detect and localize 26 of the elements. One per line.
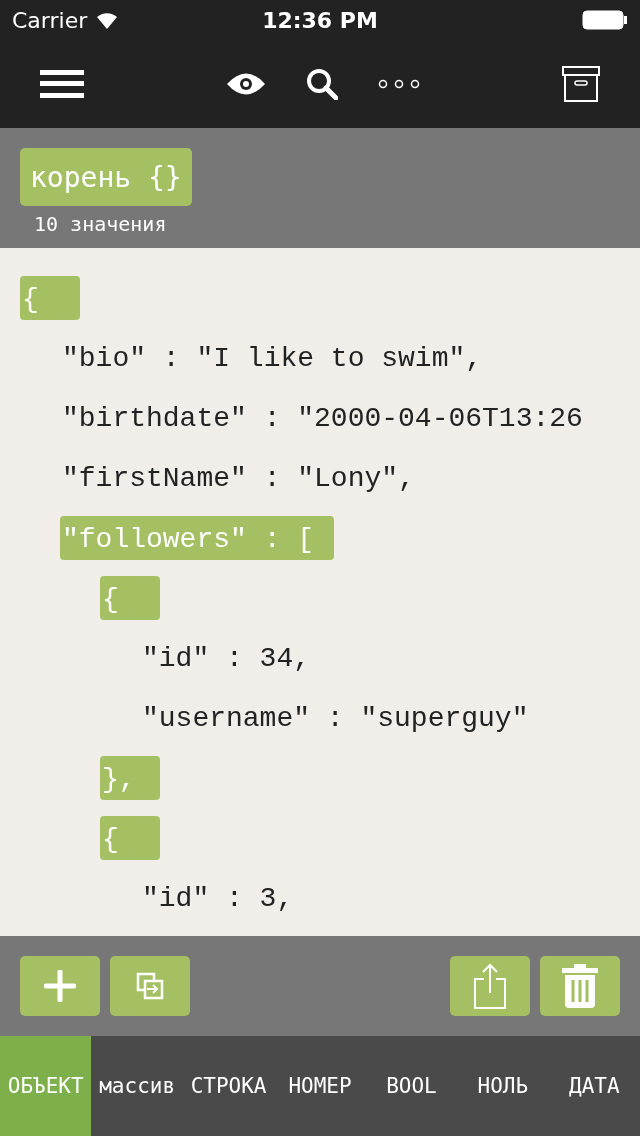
type-tab[interactable]: BOOL — [365, 1036, 458, 1136]
wifi-icon — [95, 11, 120, 29]
copy-icon — [136, 972, 164, 1000]
menu-icon[interactable] — [40, 68, 84, 100]
code-line[interactable]: "username" : "superguy" — [140, 702, 529, 734]
trash-icon — [562, 964, 598, 1008]
search-icon[interactable] — [306, 68, 338, 100]
eye-icon[interactable] — [226, 71, 266, 97]
code-line[interactable]: "birthdate" : "2000-04-06T13:26 — [60, 402, 583, 434]
code-line[interactable]: "firstName" : "Lony", — [60, 462, 415, 494]
battery-icon — [582, 10, 628, 30]
type-tab[interactable]: НОЛЬ — [457, 1036, 549, 1136]
type-tab[interactable]: ДАТА — [548, 1036, 640, 1136]
carrier-label: Carrier — [12, 7, 88, 33]
type-tab[interactable]: массив — [91, 1036, 183, 1136]
share-icon — [473, 963, 507, 1009]
clock: 12:36 PM — [262, 7, 378, 33]
archive-box-icon[interactable] — [562, 66, 600, 102]
code-line[interactable]: "id" : 3, — [140, 882, 294, 914]
more-icon[interactable] — [378, 79, 420, 89]
type-tab[interactable]: НОМЕР — [274, 1036, 366, 1136]
plus-icon — [44, 970, 76, 1002]
code-line[interactable]: "id" : 34, — [140, 642, 311, 674]
code-line[interactable]: "bio" : "I like to swim", — [60, 342, 483, 374]
value-count: 10 значения — [34, 212, 167, 236]
type-tab[interactable]: СТРОКА — [182, 1036, 275, 1136]
